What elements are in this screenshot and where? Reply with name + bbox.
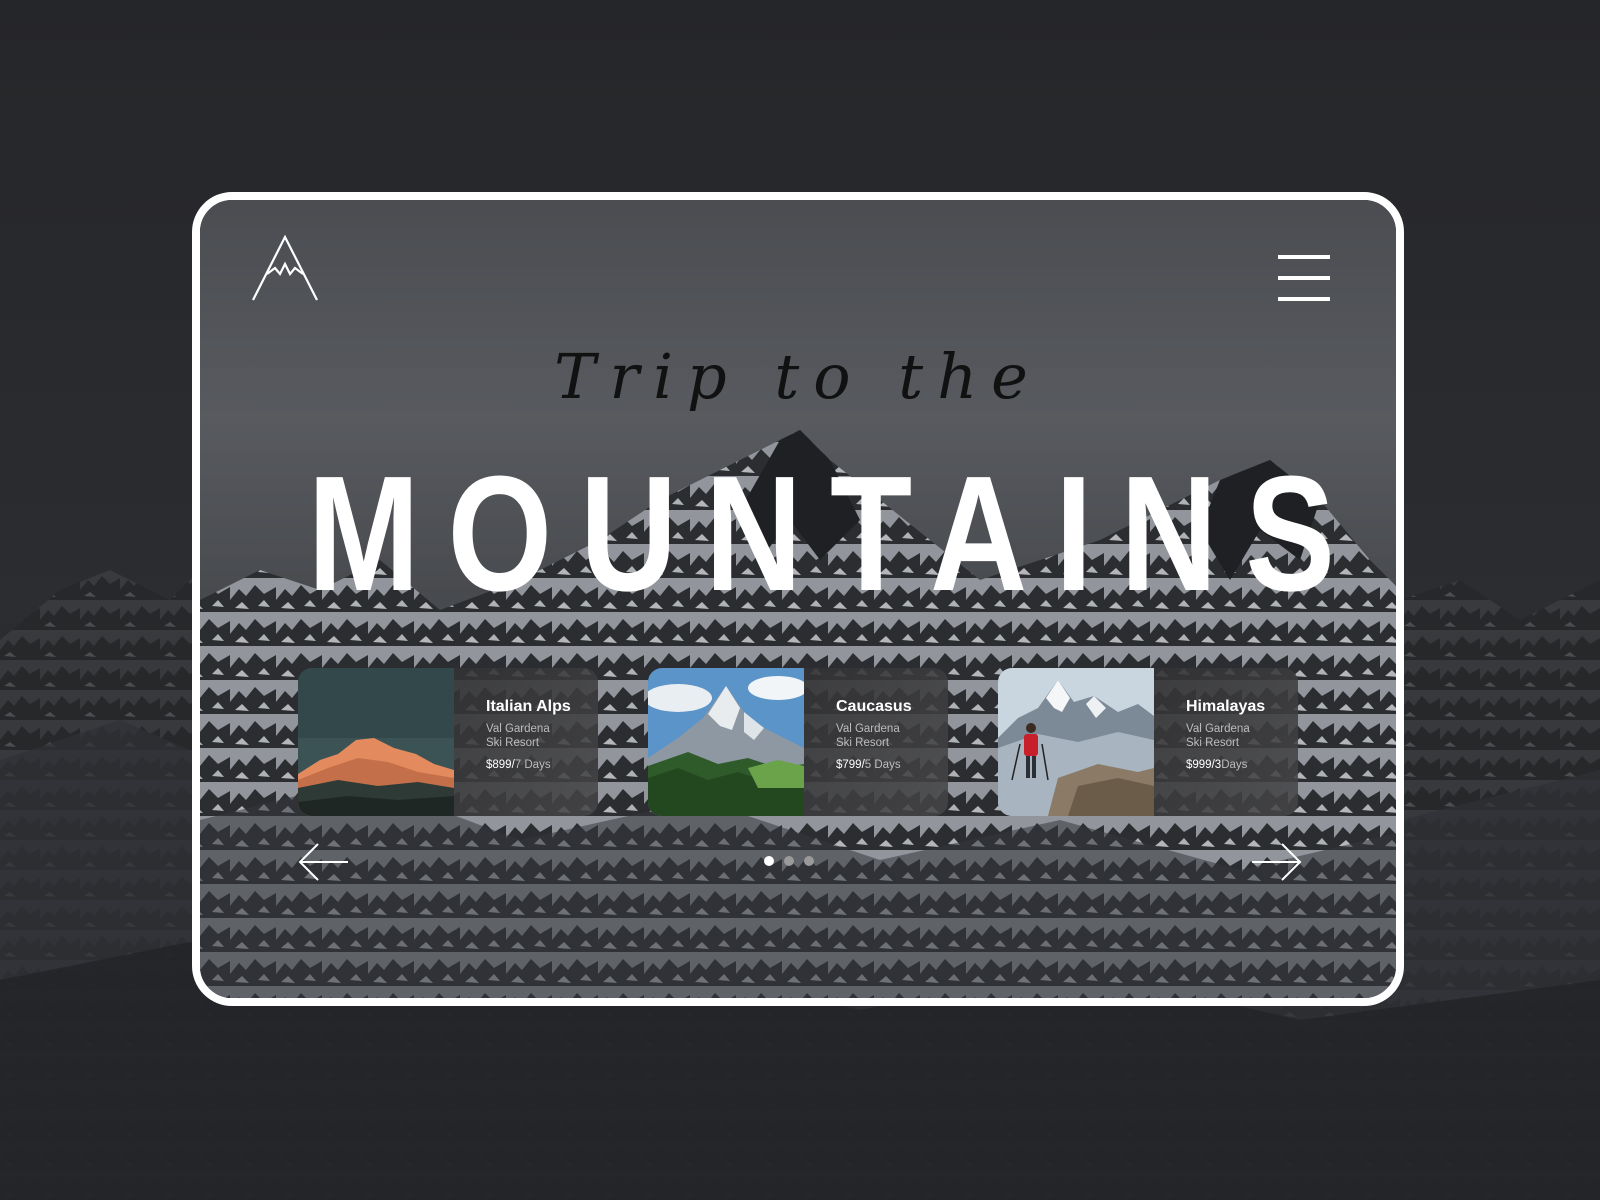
card-location: Val Gardena Ski Resort: [1186, 722, 1296, 750]
card-location-line: Ski Resort: [836, 737, 890, 749]
hero-subtitle: Trip to the: [554, 340, 1042, 413]
trip-duration: 5 Days: [864, 759, 901, 771]
hamburger-menu-icon[interactable]: [1278, 255, 1330, 301]
card-title: Himalayas: [1186, 698, 1266, 715]
hero-frame: Trip to the MOUNTAINS Italian Alps Val G…: [192, 192, 1404, 1006]
card-price: $899/7 Days: [486, 759, 596, 771]
arrow-right-icon[interactable]: [1250, 842, 1302, 882]
destination-card-italian-alps[interactable]: Italian Alps Val Gardena Ski Resort $899…: [298, 668, 598, 816]
arrow-left-icon[interactable]: [298, 842, 350, 882]
card-price: $999/3Days: [1186, 759, 1296, 771]
destination-card-himalayas[interactable]: Himalayas Val Gardena Ski Resort $999/3D…: [998, 668, 1298, 816]
card-location-line: Ski Resort: [486, 737, 540, 749]
card-location-line: Val Gardena: [1186, 723, 1250, 735]
menu-line: [1278, 255, 1330, 259]
carousel-dot[interactable]: [804, 856, 814, 866]
caucasus-image: [648, 668, 804, 816]
price-value: $999/3: [1186, 759, 1222, 771]
destination-card-caucasus[interactable]: Caucasus Val Gardena Ski Resort $799/5 D…: [648, 668, 948, 816]
card-info: Caucasus Val Gardena Ski Resort $799/5 D…: [836, 698, 946, 771]
card-info: Italian Alps Val Gardena Ski Resort $899…: [486, 698, 596, 771]
card-location-line: Val Gardena: [836, 723, 900, 735]
card-location-line: Val Gardena: [486, 723, 550, 735]
mountain-logo-icon[interactable]: [250, 234, 320, 302]
carousel-pagination: [764, 856, 824, 868]
trip-duration: Days: [1221, 759, 1248, 771]
card-info: Himalayas Val Gardena Ski Resort $999/3D…: [1186, 698, 1296, 771]
carousel-dot[interactable]: [784, 856, 794, 866]
carousel-dot-active[interactable]: [764, 856, 774, 866]
himalayas-image: [998, 668, 1154, 816]
price-value: $799/: [836, 759, 865, 771]
page: Trip to the MOUNTAINS Italian Alps Val G…: [0, 0, 1600, 1200]
menu-line: [1278, 297, 1330, 301]
card-location: Val Gardena Ski Resort: [836, 722, 946, 750]
menu-line: [1278, 276, 1330, 280]
card-title: Italian Alps: [486, 698, 571, 715]
trip-duration: 7 Days: [514, 759, 551, 771]
card-title: Caucasus: [836, 698, 912, 715]
hero-title: MOUNTAINS: [307, 442, 1363, 625]
card-location-line: Ski Resort: [1186, 737, 1240, 749]
card-location: Val Gardena Ski Resort: [486, 722, 596, 750]
italian-alps-image: [298, 668, 454, 816]
card-price: $799/5 Days: [836, 759, 946, 771]
price-value: $899/: [486, 759, 515, 771]
